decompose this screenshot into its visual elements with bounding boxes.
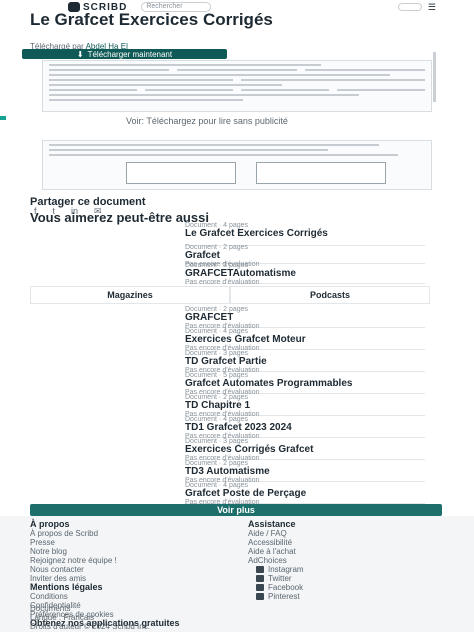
grafcet-diagram-left — [126, 162, 236, 184]
related-item[interactable]: Document · 3 pages Exercices Corrigés Gr… — [185, 438, 425, 462]
document-page-preview-1 — [42, 60, 432, 112]
facebook-link[interactable]: Facebook — [256, 583, 428, 592]
grafcet-diagram-right — [256, 162, 386, 184]
pinterest-label: Pinterest — [268, 592, 300, 601]
twitter-icon — [256, 575, 264, 582]
related-item[interactable]: Document · 4 pages TD1 Grafcet 2023 2024… — [185, 416, 425, 440]
document-title: Le Grafcet Exercices Corrigés — [30, 10, 273, 29]
related-item[interactable]: Document · 4 pages Le Grafcet Exercices … — [185, 222, 425, 246]
related-item[interactable]: Document · 2 pages TD3 Automatisme Pas e… — [185, 460, 425, 484]
footer-link[interactable]: Nous contacter — [30, 565, 230, 574]
related-item[interactable]: Document · 2 pages GRAFCET Pas encore d'… — [185, 306, 425, 330]
footer-link[interactable]: Notre blog — [30, 547, 230, 556]
footer-link[interactable]: Aide à l'achat — [248, 547, 428, 556]
tab-podcasts-label: Podcasts — [309, 290, 351, 300]
instagram-label: Instagram — [268, 565, 304, 574]
copyright-text: Droits d'auteur © 2024 Scribd Inc. — [30, 622, 150, 631]
related-item[interactable]: Document · 2 pages Grafcet Pas encore d'… — [185, 244, 425, 268]
download-label: Télécharger maintenant — [87, 49, 173, 59]
footer-legal-title: Mentions légales — [30, 582, 103, 592]
see-more-button[interactable]: Voir plus — [30, 504, 442, 516]
related-item[interactable]: Document · 4 pages Exercices Grafcet Mot… — [185, 328, 425, 352]
download-icon: ⬇ — [76, 49, 84, 59]
related-item[interactable]: Document · 2 pages TD Chapitre 1 Pas enc… — [185, 394, 425, 418]
related-item[interactable]: Document · 3 pages GRAFCETAutomatisme Pa… — [185, 262, 425, 286]
related-item-rating: Pas encore d'évaluation — [185, 279, 260, 286]
related-item-title: GRAFCET — [185, 312, 234, 323]
related-item-title: Grafcet Poste de Perçage — [185, 488, 307, 499]
related-item-title: TD Chapitre 1 — [185, 400, 251, 411]
related-item[interactable]: Document · 4 pages Grafcet Poste de Perç… — [185, 482, 425, 506]
download-button[interactable]: ⬇ Télécharger maintenant — [22, 49, 227, 59]
twitter-label: Twitter — [268, 574, 292, 583]
footer-support-column: Assistance Aide / FAQ Accessibilité Aide… — [248, 519, 428, 602]
related-item-title: Grafcet — [185, 250, 221, 261]
pinterest-link[interactable]: Pinterest — [256, 592, 428, 601]
tab-magazines[interactable]: Magazines — [30, 286, 230, 304]
footer-support-title: Assistance — [248, 519, 296, 529]
language-selector[interactable]: Langue : Français — [30, 613, 150, 622]
related-item-title: TD1 Grafcet 2023 2024 — [185, 422, 292, 433]
related-item-title: TD3 Automatisme — [185, 466, 270, 477]
instagram-link[interactable]: Instagram — [256, 565, 428, 574]
footer-link[interactable]: Aide / FAQ — [248, 529, 428, 538]
related-item[interactable]: Document · 3 pages TD Grafcet Partie Pas… — [185, 350, 425, 374]
see-more-label: Voir plus — [217, 505, 255, 515]
related-section-title: Vous aimerez peut-être aussi — [30, 210, 209, 225]
related-item-category: Document · 2 pages — [185, 244, 249, 251]
related-item-title: Exercices Grafcet Moteur — [185, 334, 306, 345]
tab-podcasts[interactable]: Podcasts — [230, 286, 430, 304]
facebook-label: Facebook — [268, 583, 304, 592]
footer-link[interactable]: Conditions — [30, 592, 230, 601]
page-scrollbar[interactable] — [433, 52, 436, 102]
related-item-title: Le Grafcet Exercices Corrigés — [185, 228, 328, 239]
related-item-title: Grafcet Automates Programmables — [185, 378, 353, 389]
pinterest-icon — [256, 593, 264, 600]
tab-magazines-label: Magazines — [107, 290, 153, 300]
footer-bottom: Documents Langue : Français Droits d'aut… — [30, 604, 150, 631]
accent-marker — [0, 116, 6, 120]
footer-link[interactable]: AdChoices — [248, 556, 428, 565]
instagram-icon — [256, 566, 264, 573]
footer-link[interactable]: Rejoignez notre équipe ! — [30, 556, 230, 565]
related-item-title: TD Grafcet Partie — [185, 356, 267, 367]
footer-link[interactable]: Presse — [30, 538, 230, 547]
content-tabs: Magazines Podcasts — [30, 286, 430, 304]
account-pill[interactable] — [397, 3, 422, 11]
related-item-title: GRAFCETAutomatisme — [185, 268, 296, 279]
menu-icon[interactable]: ☰ — [428, 2, 436, 13]
footer-about-title: À propos — [30, 519, 70, 529]
twitter-link[interactable]: Twitter — [256, 574, 428, 583]
footer-link[interactable]: Accessibilité — [248, 538, 428, 547]
related-item[interactable]: Document · 5 pages Grafcet Automates Pro… — [185, 372, 425, 396]
footer-link[interactable]: À propos de Scribd — [30, 529, 230, 538]
related-item-title: Exercices Corrigés Grafcet — [185, 444, 314, 455]
facebook-icon — [256, 584, 264, 591]
footer-documents-label[interactable]: Documents — [30, 604, 150, 613]
ad-free-notice[interactable]: Voir: Téléchargez pour lire sans publici… — [126, 116, 288, 126]
